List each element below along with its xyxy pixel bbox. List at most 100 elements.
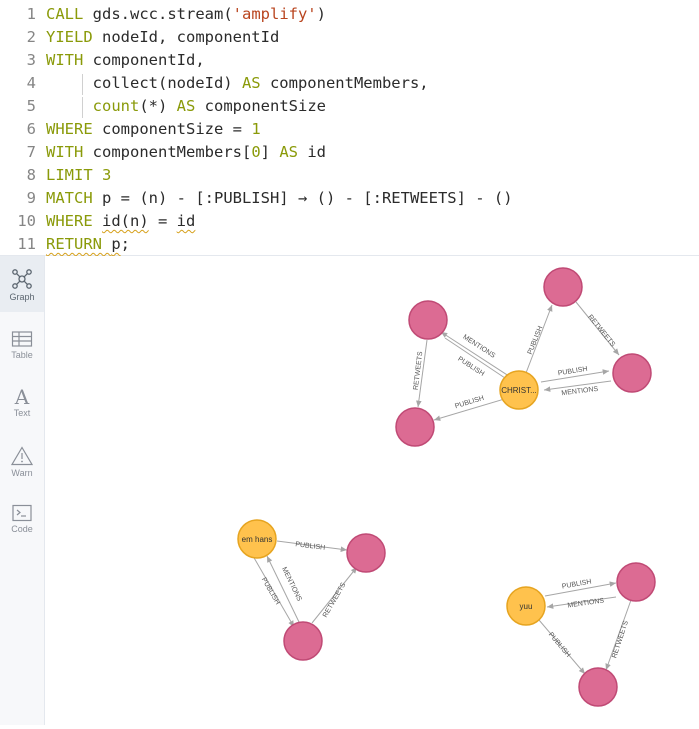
warn-icon [11,446,33,466]
graph-canvas[interactable]: MENTIONS PUBLISH RETWEETS PUBLISH PUBLIS… [45,256,699,725]
code-line[interactable]: 10 WHERE id(n) = id [0,210,195,233]
code-token: collect(nodeId) [46,74,242,92]
line-number: 1 [26,5,36,23]
tab-warn-label: Warn [11,468,33,478]
code-token: RETURN [46,235,112,253]
user-node[interactable] [346,533,386,573]
code-token: componentSize = [102,120,252,138]
code-token: ] [260,143,280,161]
relationship-publish[interactable]: PUBLISH [252,555,295,628]
line-number: 8 [26,166,36,184]
relationship-retweets[interactable]: RETWEETS [413,339,428,408]
tab-graph[interactable]: Graph [0,256,44,312]
relationship-label: RETWEETS [322,581,348,618]
relationship-label: PUBLISH [295,541,326,552]
relationship-retweets[interactable]: RETWEETS [311,566,358,624]
user-node[interactable] [408,300,448,340]
graph-svg[interactable]: MENTIONS PUBLISH RETWEETS PUBLISH PUBLIS… [45,256,699,725]
relationship-retweets[interactable]: RETWEETS [605,599,632,671]
relationship-label: MENTIONS [461,334,496,360]
line-number: 5 [26,97,36,115]
code-token: id(n) [102,212,149,230]
query-editor[interactable]: 1 CALL gds.wcc.stream('amplify') 2 YIELD no… [0,0,699,256]
code-token: CALL [46,5,93,23]
code-token: AS [279,143,308,161]
relationship-publish[interactable]: PUBLISH [540,366,610,383]
user-node[interactable] [616,562,656,602]
code-token: count [92,97,140,115]
tab-code[interactable]: Code [0,502,44,546]
tab-warn[interactable]: Warn [0,442,44,486]
tab-graph-label: Graph [9,292,35,302]
tab-text[interactable]: A Text [0,384,44,428]
relationship-label: RETWEETS [611,620,630,659]
code-line[interactable]: 2 YIELD nodeId, componentId [0,26,280,49]
node-label: yuu [520,602,533,611]
relationship-retweets[interactable]: RETWEETS [575,301,620,356]
user-node[interactable] [395,407,435,447]
code-token: AS [176,97,205,115]
code-token: ) [316,5,326,23]
code-token: MATCH [46,189,102,207]
code-token: WITH [46,143,93,161]
relationship-label: MENTIONS [280,566,303,603]
line-number: 10 [17,212,36,230]
code-token: 'amplify' [232,5,317,23]
line-number: 9 [26,189,36,207]
code-token: p = (n) - [:PUBLISH] → () - [:RETWEETS] … [102,189,513,207]
code-token: WHERE [46,120,102,138]
line-number: 6 [26,120,36,138]
code-token: id [307,143,326,161]
relationship-label: MENTIONS [567,597,605,609]
code-token: LIMIT [46,166,102,184]
user-node[interactable] [543,267,583,307]
code-line[interactable]: 8 LIMIT 3 [0,164,112,187]
relationship-publish[interactable]: PUBLISH [525,304,553,374]
user-node[interactable] [612,353,652,393]
code-token: componentSize [204,97,326,115]
result-view-sidebar: Graph Table A Text Warn Code [0,256,45,725]
code-line[interactable]: 11 RETURN p; [0,233,130,256]
node-label: CHRIST... [501,386,537,395]
relationship-label: PUBLISH [456,356,485,378]
relationship-label: PUBLISH [527,325,545,355]
relationship-publish[interactable]: PUBLISH [544,578,617,597]
relationship-label: PUBLISH [454,395,485,410]
line-number: 3 [26,51,36,69]
code-token: ; [120,235,131,253]
code-line[interactable]: 1 CALL gds.wcc.stream('amplify') [0,3,326,26]
relationship-label: RETWEETS [586,314,616,349]
user-node[interactable] [578,667,618,707]
relationship-mentions[interactable]: MENTIONS [546,596,617,610]
svg-text:A: A [14,386,30,406]
code-token: 3 [102,166,112,184]
code-line[interactable]: 5 count(*) AS componentSize [0,95,326,118]
relationship-publish[interactable]: PUBLISH [538,619,586,675]
relationship-publish[interactable]: PUBLISH [276,540,348,552]
tab-text-label: Text [13,408,31,418]
code-icon [12,504,32,522]
user-node[interactable] [283,621,323,661]
code-line[interactable]: 3 WITH componentId, [0,49,205,72]
code-token: = [148,212,177,230]
text-icon: A [14,386,30,406]
code-line[interactable]: 7 WITH componentMembers[0] AS id [0,141,326,164]
tab-code-label: Code [11,524,33,534]
line-number: 7 [26,143,36,161]
code-token: gds.wcc.stream( [92,5,233,23]
code-token: WHERE [46,212,102,230]
tab-table[interactable]: Table [0,326,44,370]
relationship-label: PUBLISH [561,578,592,590]
code-token: p [111,235,121,253]
line-number: 11 [17,235,36,253]
relationship-label: PUBLISH [260,577,281,606]
relationship-publish[interactable]: PUBLISH [433,395,512,421]
relationship-mentions[interactable]: MENTIONS [543,380,612,397]
code-line[interactable]: 6 WHERE componentSize = 1 [0,118,261,141]
code-token: WITH [46,51,93,69]
indent-guide [82,97,83,118]
code-token: 1 [251,120,261,138]
code-line[interactable]: 9 MATCH p = (n) - [:PUBLISH] → () - [:RET… [0,187,513,210]
code-token: id [176,212,196,230]
code-line[interactable]: 4 collect(nodeId) AS componentMembers, [0,72,429,95]
